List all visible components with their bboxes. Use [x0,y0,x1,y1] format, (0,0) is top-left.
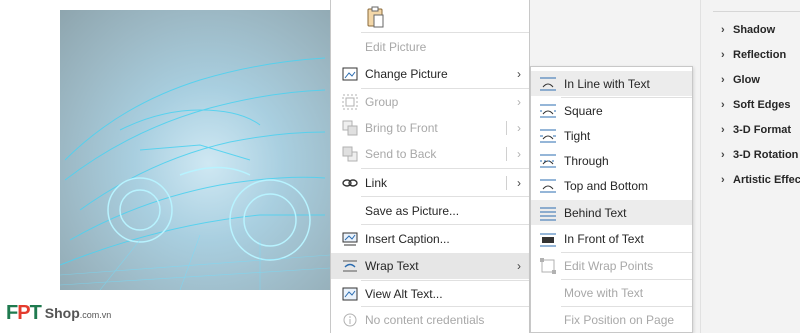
chevron-right-icon: › [517,95,521,109]
pane-section-3d-rotation[interactable]: › 3-D Rotation [721,145,798,165]
view-alt-text-item[interactable]: View Alt Text... [331,281,529,307]
chevron-right-icon: › [517,147,521,161]
content-credentials-label: No content credentials [365,313,485,327]
chevron-right-icon: › [517,259,521,273]
in-front-text-icon [539,231,557,247]
move-with-text-item: Move with Text [531,280,692,305]
wrap-in-front-label: In Front of Text [564,231,644,246]
chevron-right-icon: › [517,176,521,190]
chevron-right-icon: › [721,49,725,61]
wrap-inline-item[interactable]: In Line with Text [531,71,692,96]
square-wrap-icon [539,103,557,119]
wrap-behind-text-label: Behind Text [564,205,627,220]
insert-caption-item[interactable]: Insert Caption... [331,226,529,252]
chevron-right-icon: › [721,124,725,136]
chevron-right-icon: › [721,74,725,86]
chevron-right-icon: › [517,67,521,81]
bring-to-front-icon [341,119,359,137]
link-icon [341,174,359,192]
wrap-text-submenu: In Line with Text Square Tight Through T… [530,66,693,333]
split-divider [506,147,507,161]
through-wrap-icon [539,153,557,169]
group-icon [341,93,359,111]
wrap-text-item[interactable]: Wrap Text › [331,253,529,279]
inline-with-text-icon [539,76,557,92]
paste-icon[interactable] [367,6,385,31]
move-with-text-label: Move with Text [564,285,644,300]
wrap-tight-label: Tight [564,128,591,143]
edit-wrap-points-item: Edit Wrap Points [531,253,692,278]
link-item[interactable]: Link › [331,170,529,196]
wrap-text-label: Wrap Text [365,259,419,273]
menu-separator [361,32,529,33]
bring-to-front-label: Bring to Front [365,121,438,135]
split-divider [506,176,507,190]
edit-wrap-points-label: Edit Wrap Points [564,258,654,273]
tight-wrap-icon [539,128,557,144]
split-divider [506,121,507,135]
document-canvas: FPT Shop.com.vn [0,0,330,333]
fptshop-logo: FPT Shop.com.vn [6,300,111,326]
wrap-through-item[interactable]: Through [531,148,692,173]
change-picture-label: Change Picture [365,67,448,81]
change-picture-item[interactable]: Change Picture › [331,61,529,87]
send-to-back-icon [341,145,359,163]
context-menu: Edit Picture Change Picture › Group › Br… [330,0,530,333]
pane-section-artistic-effects[interactable]: ›Artistic Effects [721,170,800,190]
format-picture-pane: › Shadow › Reflection › Glow › Soft Edges › 3… [700,0,800,333]
wrap-square-item[interactable]: Square [531,98,692,123]
chevron-right-icon: › [517,121,521,135]
wrap-square-label: Square [564,103,603,118]
info-icon [341,311,359,329]
content-credentials-item: No content credentials [331,307,529,333]
chevron-right-icon: › [721,99,725,111]
chevron-right-icon: › [721,149,725,161]
menu-separator [361,196,529,197]
pane-section-3d-format[interactable]: › 3-D Format [721,120,791,140]
wrap-inline-label: In Line with Text [564,76,650,91]
menu-separator [361,224,529,225]
selected-picture[interactable] [60,10,330,290]
insert-caption-label: Insert Caption... [365,232,450,246]
top-bottom-wrap-icon [539,178,557,194]
fix-position-item: Fix Position on Page [531,307,692,332]
fpt-logo-mark: FPT [6,301,42,324]
behind-text-icon [539,205,557,221]
wrap-behind-text-item[interactable]: Behind Text [531,200,692,225]
edit-picture-item: Edit Picture [331,34,529,60]
wrap-through-label: Through [564,153,609,168]
wrap-tight-item[interactable]: Tight [531,123,692,148]
pane-section-soft-edges[interactable]: › Soft Edges [721,95,790,115]
edit-picture-label: Edit Picture [365,40,427,54]
fix-position-label: Fix Position on Page [564,312,675,327]
wrap-text-icon [341,257,359,275]
chevron-right-icon: › [721,24,725,36]
pane-section-reflection[interactable]: › Reflection [721,45,786,65]
bring-to-front-item: Bring to Front › [331,115,529,141]
insert-caption-icon [341,230,359,248]
wrap-top-bottom-item[interactable]: Top and Bottom [531,173,692,198]
alt-text-icon [341,285,359,303]
view-alt-text-label: View Alt Text... [365,287,443,301]
group-label: Group [365,95,399,109]
wrap-in-front-item[interactable]: In Front of Text [531,226,692,251]
link-label: Link [365,176,388,190]
chevron-right-icon: › [721,174,725,186]
car-wireframe-image [60,57,330,290]
send-to-back-label: Send to Back [365,147,437,161]
wrap-top-bottom-label: Top and Bottom [564,178,649,193]
pane-divider [713,0,800,12]
shop-logo-text: Shop.com.vn [44,305,112,321]
save-as-picture-label: Save as Picture... [365,204,460,218]
menu-separator [361,168,529,169]
group-item: Group › [331,89,529,115]
edit-wrap-points-icon [539,257,557,274]
change-picture-icon [341,65,359,83]
pane-section-glow[interactable]: › Glow [721,70,760,90]
save-as-picture-item[interactable]: Save as Picture... [331,198,529,224]
pane-section-shadow[interactable]: › Shadow [721,20,775,40]
send-to-back-item: Send to Back › [331,141,529,167]
